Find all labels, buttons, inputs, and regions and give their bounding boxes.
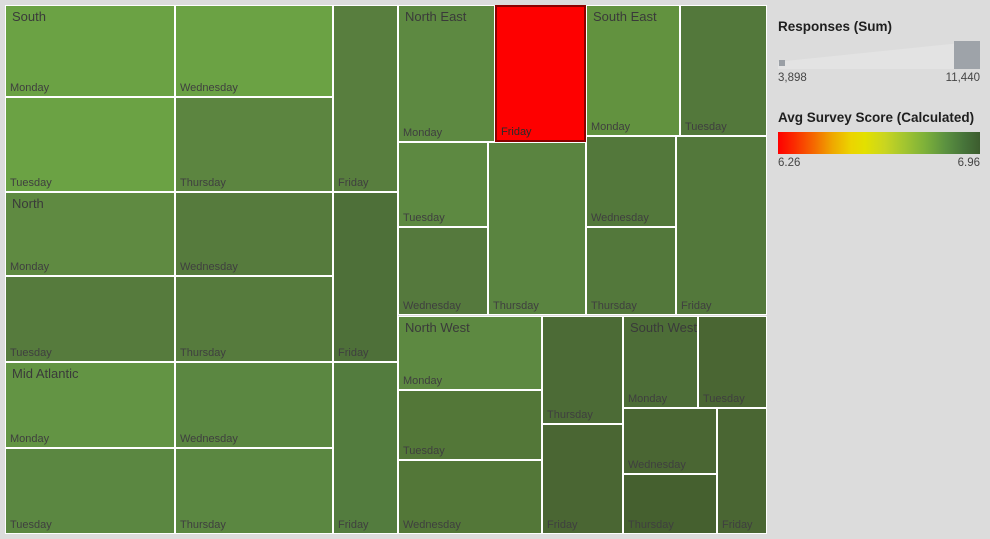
treemap-cell-north-east-thursday[interactable]: Thursday <box>488 142 586 315</box>
treemap-cell-label: Tuesday <box>703 393 745 405</box>
treemap-group-label: South West <box>630 320 697 335</box>
treemap-cell-label: Monday <box>10 261 50 273</box>
treemap-cell-north-west-wednesday[interactable]: Wednesday <box>398 460 542 534</box>
treemap-cell-label: Wednesday <box>403 300 461 312</box>
treemap-cell-label: Friday <box>722 519 753 531</box>
treemap-chart[interactable]: South Monday Wednesday Tuesday Thursday Frida… <box>0 0 772 539</box>
treemap-cell-north-west-tuesday[interactable]: Tuesday <box>398 390 542 460</box>
treemap-group-label: North West <box>405 320 470 335</box>
treemap-cell-north-east-friday[interactable]: Friday <box>495 5 586 142</box>
treemap-cell-label: Wednesday <box>403 519 461 531</box>
treemap-cell-label: Thursday <box>180 177 226 189</box>
treemap-cell-north-east-tuesday[interactable]: Tuesday <box>398 142 488 227</box>
treemap-cell-mid-atlantic-tuesday[interactable]: Tuesday <box>5 448 175 534</box>
size-legend: Responses (Sum) 3,898 11,440 <box>778 19 980 88</box>
legend-panel: Responses (Sum) 3,898 11,440 Avg Survey … <box>772 0 990 539</box>
size-legend-title: Responses (Sum) <box>778 19 893 34</box>
size-legend-max: 11,440 <box>945 72 980 84</box>
treemap-group-label: South East <box>593 9 657 24</box>
treemap-cell-north-wednesday[interactable]: Wednesday <box>175 192 333 276</box>
treemap-cell-label: Wednesday <box>180 261 238 273</box>
treemap-cell-south-east-wednesday[interactable]: Wednesday <box>586 136 676 227</box>
treemap-cell-north-friday[interactable]: Friday <box>333 192 398 362</box>
color-legend-max: 6.96 <box>957 157 980 169</box>
treemap-cell-north-west-monday[interactable]: North West Monday <box>398 316 542 390</box>
treemap-cell-mid-atlantic-thursday[interactable]: Thursday <box>175 448 333 534</box>
treemap-cell-label: Monday <box>403 127 443 139</box>
treemap-cell-south-west-wednesday[interactable]: Wednesday <box>623 408 717 474</box>
treemap-cell-south-wednesday[interactable]: Wednesday <box>175 5 333 97</box>
treemap-cell-south-west-monday[interactable]: South West Monday <box>623 316 698 408</box>
treemap-cell-south-west-tuesday[interactable]: Tuesday <box>698 316 767 408</box>
color-legend-ramp <box>778 132 980 154</box>
treemap-cell-label: Friday <box>501 126 532 138</box>
treemap-cell-label: Friday <box>338 177 369 189</box>
treemap-group-label: North East <box>405 9 467 24</box>
treemap-cell-south-east-thursday[interactable]: Thursday <box>586 227 676 315</box>
size-legend-scale: 3,898 11,440 <box>778 72 980 88</box>
treemap-cell-label: Monday <box>10 82 50 94</box>
treemap-cell-south-west-thursday[interactable]: Thursday <box>623 474 717 534</box>
treemap-cell-north-west-friday[interactable]: Friday <box>542 424 623 534</box>
treemap-cell-label: Monday <box>591 121 631 133</box>
treemap-cell-label: Wednesday <box>591 212 649 224</box>
treemap-cell-label: Tuesday <box>10 177 52 189</box>
treemap-cell-label: Tuesday <box>403 445 445 457</box>
size-swatch-large <box>954 41 980 69</box>
treemap-cell-label: Wednesday <box>180 82 238 94</box>
treemap-cell-label: Tuesday <box>10 519 52 531</box>
treemap-cell-label: Thursday <box>591 300 637 312</box>
treemap-cell-south-tuesday[interactable]: Tuesday <box>5 97 175 192</box>
size-legend-min: 3,898 <box>778 72 807 84</box>
treemap-cell-north-monday[interactable]: North Monday <box>5 192 175 276</box>
treemap-cell-mid-atlantic-friday[interactable]: Friday <box>333 362 398 534</box>
size-legend-ramp <box>778 41 980 69</box>
treemap-cell-mid-atlantic-wednesday[interactable]: Wednesday <box>175 362 333 448</box>
treemap-cell-south-east-friday[interactable]: Friday <box>676 136 767 315</box>
treemap-cell-label: Thursday <box>628 519 674 531</box>
color-legend-min: 6.26 <box>778 157 801 169</box>
treemap-cell-label: Monday <box>628 393 668 405</box>
treemap-cell-south-west-friday[interactable]: Friday <box>717 408 767 534</box>
treemap-cell-label: Friday <box>547 519 578 531</box>
treemap-cell-north-east-wednesday[interactable]: Wednesday <box>398 227 488 315</box>
treemap-group-label: South <box>12 9 46 24</box>
treemap-cell-north-west-thursday[interactable]: Thursday <box>542 316 623 424</box>
treemap-cell-label: Tuesday <box>685 121 727 133</box>
color-legend-title: Avg Survey Score (Calculated) <box>778 110 975 125</box>
treemap-cell-north-east-monday[interactable]: North East Monday <box>398 5 495 142</box>
size-swatch-small <box>779 60 785 66</box>
treemap-cell-label: Monday <box>403 375 443 387</box>
treemap-cell-south-east-tuesday[interactable]: Tuesday <box>680 5 767 136</box>
treemap-group-label: Mid Atlantic <box>12 366 79 381</box>
treemap-cell-south-friday[interactable]: Friday <box>333 5 398 192</box>
treemap-cell-label: Thursday <box>180 347 226 359</box>
treemap-cell-label: Friday <box>681 300 712 312</box>
treemap-cell-label: Tuesday <box>403 212 445 224</box>
treemap-cell-label: Thursday <box>180 519 226 531</box>
treemap-cell-north-tuesday[interactable]: Tuesday <box>5 276 175 362</box>
treemap-cell-label: Monday <box>10 433 50 445</box>
treemap-cell-label: Wednesday <box>628 459 686 471</box>
treemap-cell-south-east-monday[interactable]: South East Monday <box>586 5 680 136</box>
treemap-cell-label: Friday <box>338 347 369 359</box>
treemap-cell-south-thursday[interactable]: Thursday <box>175 97 333 192</box>
treemap-cell-mid-atlantic-monday[interactable]: Mid Atlantic Monday <box>5 362 175 448</box>
treemap-cell-south-monday[interactable]: South Monday <box>5 5 175 97</box>
treemap-cell-label: Thursday <box>493 300 539 312</box>
treemap-cell-label: Tuesday <box>10 347 52 359</box>
color-legend-scale: 6.26 6.96 <box>778 157 980 173</box>
treemap-cell-label: Wednesday <box>180 433 238 445</box>
treemap-cell-north-thursday[interactable]: Thursday <box>175 276 333 362</box>
color-legend: Avg Survey Score (Calculated) 6.26 6.96 <box>778 110 980 173</box>
treemap-cell-label: Thursday <box>547 409 593 421</box>
treemap-group-label: North <box>12 196 44 211</box>
treemap-cell-label: Friday <box>338 519 369 531</box>
size-wedge-shape <box>778 41 980 69</box>
